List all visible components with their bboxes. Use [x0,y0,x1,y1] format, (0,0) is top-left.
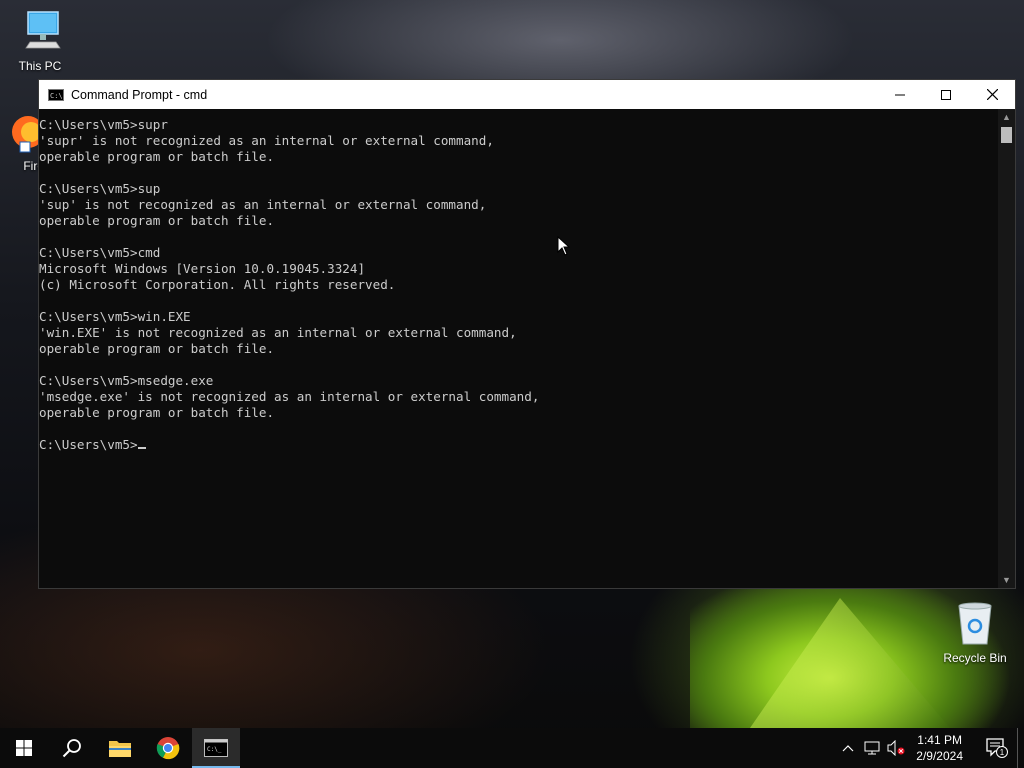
text-caret [137,447,146,449]
network-button[interactable] [860,728,884,768]
console-line: C:\Users\vm5>win.EXE [39,309,999,325]
taskbar: C:\_ 1:41 PM 2/9/2024 1 [0,728,1024,768]
search-icon [62,739,81,758]
file-explorer-button[interactable] [96,728,144,768]
volume-muted-icon [887,740,905,756]
maximize-icon [941,89,951,100]
console-line: operable program or batch file. [39,149,999,165]
console-line-text: C:\Users\vm5>sup [39,181,161,196]
console-line: 'win.EXE' is not recognized as an intern… [39,325,999,341]
console-line: operable program or batch file. [39,213,999,229]
minimize-button[interactable] [877,80,923,109]
scroll-down-icon[interactable]: ▼ [1001,574,1012,586]
command-prompt-window[interactable]: C:\ Command Prompt - cmd C:\Users\vm5>su… [38,79,1016,589]
chevron-up-icon [842,745,854,752]
minimize-icon [895,94,905,95]
desktop-icon-recycle-bin[interactable]: Recycle Bin [937,600,1013,665]
search-button[interactable] [48,728,96,768]
console-line-text: C:\Users\vm5>msedge.exe [39,373,214,388]
clock-time: 1:41 PM [917,733,962,747]
console-line-text: Microsoft Windows [Version 10.0.19045.33… [39,261,366,276]
console-icon: C:\_ [204,739,228,757]
notification-icon: 1 [986,738,1008,758]
window-title: Command Prompt - cmd [71,87,208,102]
console-line-text: (c) Microsoft Corporation. All rights re… [39,277,396,292]
desktop-icon-this-pc[interactable]: This PC [2,8,78,73]
svg-text:C:\_: C:\_ [207,746,222,753]
window-titlebar[interactable]: C:\ Command Prompt - cmd [39,80,1015,109]
recycle-bin-icon [958,602,992,645]
console-line: Microsoft Windows [Version 10.0.19045.33… [39,261,999,277]
start-button[interactable] [0,728,48,768]
console-line-text: C:\Users\vm5> [39,437,138,452]
console-line-text: operable program or batch file. [39,149,275,164]
notification-count: 1 [1000,748,1005,757]
clock[interactable]: 1:41 PM 2/9/2024 [916,732,963,764]
maximize-button[interactable] [923,80,969,109]
scroll-up-icon[interactable]: ▲ [1001,111,1012,123]
console-line-text: C:\Users\vm5>cmd [39,245,161,260]
console-line-text: operable program or batch file. [39,213,275,228]
console-line: C:\Users\vm5>msedge.exe [39,373,999,389]
console-line: (c) Microsoft Corporation. All rights re… [39,277,999,293]
console-line: 'msedge.exe' is not recognized as an int… [39,389,999,405]
desktop-icon-label: Recycle Bin [943,651,1007,665]
console-line-text: operable program or batch file. [39,405,275,420]
close-button[interactable] [969,80,1015,109]
close-icon [986,89,998,100]
mouse-cursor-icon [557,236,571,256]
volume-button[interactable] [884,728,908,768]
console-line-text: 'win.EXE' is not recognized as an intern… [39,325,517,340]
windows-logo-icon [16,740,32,756]
console-line: C:\Users\vm5>supr [39,117,999,133]
network-icon [864,741,880,755]
firefox-icon [12,116,44,153]
clock-date: 2/9/2024 [916,749,963,763]
scrollbar-thumb[interactable] [1001,127,1012,143]
console-line-text: C:\Users\vm5>supr [39,117,168,132]
console-icon: C:\ [48,88,64,101]
console-line: operable program or batch file. [39,341,999,357]
console-line: 'sup' is not recognized as an internal o… [39,197,999,213]
console-line-text: C:\Users\vm5>win.EXE [39,309,191,324]
system-tray: 1:41 PM 2/9/2024 1 [836,728,1024,768]
action-center-button[interactable]: 1 [977,728,1017,768]
console-output[interactable]: C:\Users\vm5>supr'supr' is not recognize… [39,117,999,587]
console-line-text: operable program or batch file. [39,341,275,356]
console-line: C:\Users\vm5> [39,437,999,453]
show-hidden-icons-button[interactable] [836,728,860,768]
command-prompt-button[interactable]: C:\_ [192,728,240,768]
chrome-icon [156,737,180,760]
computer-icon [25,11,61,49]
vertical-scrollbar[interactable]: ▲ ▼ [998,109,1015,588]
console-line: 'supr' is not recognized as an internal … [39,133,999,149]
chrome-button[interactable] [144,728,192,768]
console-line-text: 'sup' is not recognized as an internal o… [39,197,487,212]
console-line-text: 'msedge.exe' is not recognized as an int… [39,389,540,404]
show-desktop-button[interactable] [1017,728,1024,768]
console-line-text: 'supr' is not recognized as an internal … [39,133,494,148]
console-line: operable program or batch file. [39,405,999,421]
console-line: C:\Users\vm5>sup [39,181,999,197]
desktop-icon-label: This PC [18,59,62,73]
folder-icon [109,741,131,757]
console-line: C:\Users\vm5>cmd [39,245,999,261]
